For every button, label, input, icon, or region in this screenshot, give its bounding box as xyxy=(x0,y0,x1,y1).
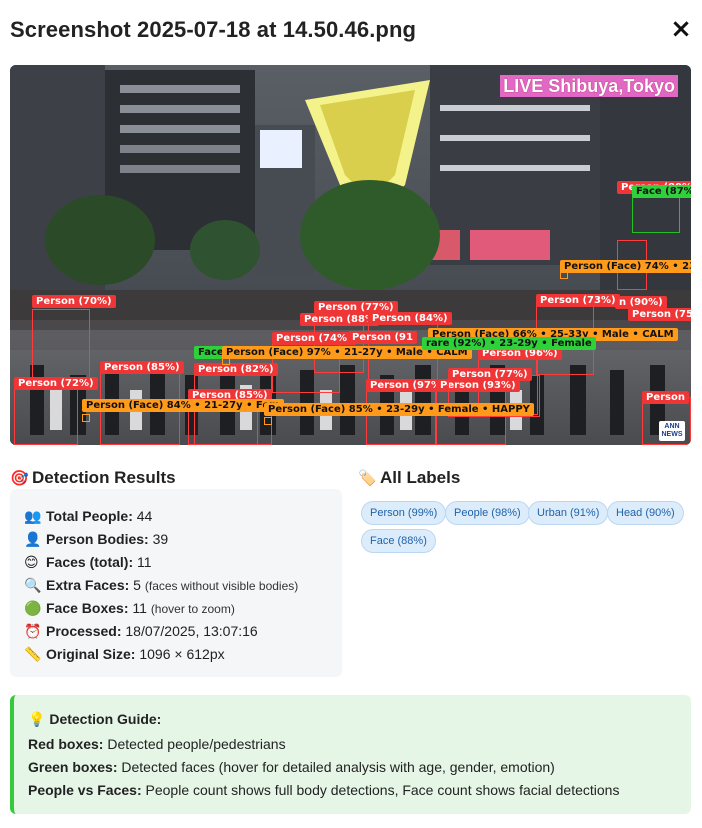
stat-value: 44 xyxy=(136,508,153,524)
stat-extra-faces: 🔍 Extra Faces: 5 (faces without visible b… xyxy=(24,577,298,594)
face-label: Person (Face) 74% • 23- xyxy=(560,260,691,273)
label-chip-people[interactable]: People (98%) xyxy=(445,501,530,525)
face-label: rare (92%) • 23-29y • Female xyxy=(422,337,596,350)
guide-line-text: People count shows full body detections,… xyxy=(145,782,620,798)
guide-line-label: Red boxes: xyxy=(28,736,104,752)
guide-line-people-vs-faces: People vs Faces: People count shows full… xyxy=(28,782,619,798)
all-labels-heading: 🏷️ All Labels xyxy=(358,468,460,488)
stat-value: 11 xyxy=(137,554,152,570)
guide-line-label: People vs Faces: xyxy=(28,782,142,798)
smiley-icon: 😊 xyxy=(24,554,39,570)
target-icon: 🎯 xyxy=(10,470,29,487)
stat-label: Face Boxes: xyxy=(46,600,129,616)
guide-title-text: Detection Guide: xyxy=(49,711,162,727)
ruler-icon: 📏 xyxy=(24,646,42,662)
person-box[interactable] xyxy=(14,385,78,445)
detection-guide-panel: 💡 Detection Guide: Red boxes: Detected p… xyxy=(10,695,691,814)
person-label: Person (84%) xyxy=(368,312,452,325)
face-box[interactable] xyxy=(264,417,272,425)
close-icon[interactable]: × xyxy=(668,16,694,42)
detection-results-title: Detection Results xyxy=(32,468,176,487)
label-chip-urban[interactable]: Urban (91%) xyxy=(528,501,609,525)
annotated-image: LIVE Shibuya,Tokyo ANN NEWS Person (70%)… xyxy=(10,65,691,445)
person-label: Person (85%) xyxy=(100,361,184,374)
guide-line-green-boxes: Green boxes: Detected faces (hover for d… xyxy=(28,759,555,775)
detection-results-heading: 🎯 Detection Results xyxy=(10,468,176,488)
face-label: Person (Face) 84% • 21-27y • Fem xyxy=(82,399,284,412)
stat-value: 5 xyxy=(133,577,141,593)
face-box[interactable] xyxy=(632,197,680,233)
stat-total-people: 👥 Total People: 44 xyxy=(24,508,152,525)
stat-value: 11 xyxy=(132,600,147,616)
guide-line-red-boxes: Red boxes: Detected people/pedestrians xyxy=(28,736,286,752)
dialog-header: Screenshot 2025-07-18 at 14.50.46.png × xyxy=(0,0,702,62)
person-label: Person xyxy=(642,391,689,404)
stat-label: Extra Faces: xyxy=(46,577,130,593)
person-label: Person (74%) xyxy=(272,332,356,345)
label-chip-head[interactable]: Head (90%) xyxy=(607,501,684,525)
person-label: Person (97% xyxy=(366,379,445,392)
person-label: Person (75% xyxy=(628,308,691,321)
stat-label: Faces (total): xyxy=(46,554,134,570)
person-box[interactable] xyxy=(366,387,436,445)
guide-title: 💡 Detection Guide: xyxy=(28,711,161,728)
stat-label: Processed: xyxy=(46,623,122,639)
stat-value: 1096 × 612px xyxy=(139,646,225,662)
light-bulb-icon: 💡 xyxy=(28,711,46,727)
detection-results-panel: 👥 Total People: 44 👤 Person Bodies: 39 😊 Fa… xyxy=(10,489,342,677)
person-label: Person (82%) xyxy=(194,363,278,376)
magnifier-icon: 🔍 xyxy=(24,577,42,593)
stat-faces-total: 😊 Faces (total): 11 xyxy=(24,554,152,571)
person-label: Person (73%) xyxy=(536,294,620,307)
label-chip-face[interactable]: Face (88%) xyxy=(361,529,436,553)
stat-label: Person Bodies: xyxy=(46,531,149,547)
stat-processed: ⏰ Processed: 18/07/2025, 13:07:16 xyxy=(24,623,258,640)
person-label: Person (77%) xyxy=(448,368,532,381)
stat-face-boxes: 🟢 Face Boxes: 11 (hover to zoom) xyxy=(24,600,235,617)
face-label: Person (Face) 85% • 23-29y • Female • HA… xyxy=(264,403,534,416)
face-box[interactable] xyxy=(82,414,90,422)
person-label: Person (72%) xyxy=(14,377,98,390)
alarm-clock-icon: ⏰ xyxy=(24,623,42,639)
person-label: Person (70%) xyxy=(32,295,116,308)
stat-original-size: 📏 Original Size: 1096 × 612px xyxy=(24,646,225,663)
stat-label: Total People: xyxy=(46,508,133,524)
green-circle-icon: 🟢 xyxy=(24,600,42,616)
guide-line-text: Detected faces (hover for detailed analy… xyxy=(121,759,555,775)
person-label: Person (91 xyxy=(348,331,417,344)
dialog-title: Screenshot 2025-07-18 at 14.50.46.png xyxy=(10,17,417,42)
stat-note: (faces without visible bodies) xyxy=(144,579,299,593)
stat-value: 18/07/2025, 13:07:16 xyxy=(125,623,258,639)
stat-note: (hover to zoom) xyxy=(150,602,235,616)
stat-label: Original Size: xyxy=(46,646,136,662)
person-box[interactable] xyxy=(642,397,691,445)
stat-person-bodies: 👤 Person Bodies: 39 xyxy=(24,531,168,548)
face-label: Face (87% xyxy=(632,185,691,198)
guide-line-text: Detected people/pedestrians xyxy=(107,736,286,752)
guide-line-label: Green boxes: xyxy=(28,759,118,775)
all-labels-title: All Labels xyxy=(380,468,461,487)
person-icon: 👤 xyxy=(24,531,42,547)
label-tag-icon: 🏷️ xyxy=(358,470,377,487)
label-chip-person[interactable]: Person (99%) xyxy=(361,501,447,525)
live-location-overlay: LIVE Shibuya,Tokyo xyxy=(500,75,678,97)
stat-value: 39 xyxy=(152,531,169,547)
people-icon: 👥 xyxy=(24,508,42,524)
